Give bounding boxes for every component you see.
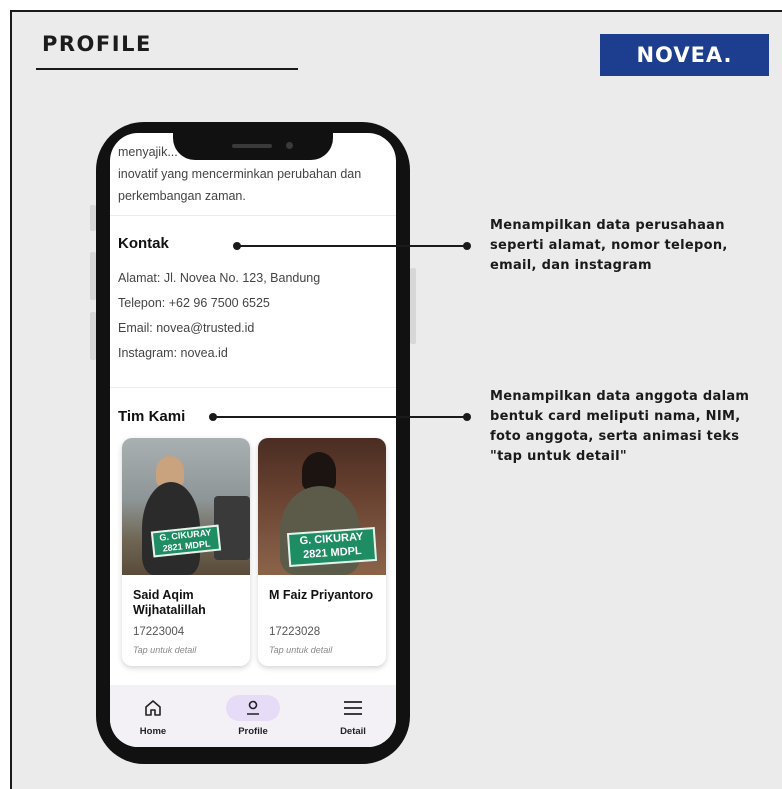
tap-for-detail: Tap untuk detail [269,645,333,655]
contact-instagram: Instagram: novea.id [118,346,228,360]
member-nim: 17223004 [133,626,185,638]
about-line: perkembangan zaman. [118,189,246,203]
mountain-sign: G. CIKURAY 2821 MDPL [150,524,222,558]
title-underline [36,68,298,70]
callout-team: Menampilkan data anggota dalam bentuk ca… [490,389,750,464]
member-card[interactable]: G. CIKURAY 2821 MDPL M Faiz Priyantoro 1… [258,438,386,666]
member-nim: 17223028 [269,626,321,638]
contact-email: Email: novea@trusted.id [118,321,255,335]
page-title: PROFILE [42,32,152,56]
about-line: inovatif yang mencerminkan perubahan dan [118,167,362,181]
novea-logo: NOVEA. [600,34,769,76]
phone-screen[interactable]: menyajik... ..., dan inovatif yang mence… [110,133,396,747]
team-section-title: Tim Kami [118,408,186,425]
contact-address: Alamat: Jl. Novea No. 123, Bandung [118,271,321,285]
phone-speaker [232,144,272,148]
bottom-navigation: Home Profile Detail [110,685,396,747]
tap-for-detail: Tap untuk detail [133,645,197,655]
member-photo: G. CIKURAY 2821 MDPL [258,438,386,575]
callout-dot [463,413,471,421]
contact-phone: Telepon: +62 96 7500 6525 [118,296,270,310]
member-card[interactable]: G. CIKURAY 2821 MDPL Said Aqim Wijhatali… [122,438,250,666]
logo-text: NOVEA. [636,43,733,67]
callout-contact: Menampilkan data perusahaan seperti alam… [490,218,728,273]
mountain-sign: G. CIKURAY 2821 MDPL [286,526,378,568]
callout-line [213,416,467,418]
home-icon [144,699,162,722]
member-name: M Faiz Priyantoro [269,588,374,602]
phone-camera [286,142,293,149]
nav-label: Profile [238,726,268,737]
phone-notch [173,122,333,160]
member-name: Said Aqim Wijhatalillah [133,588,206,617]
member-figure [302,452,336,490]
nav-label: Detail [340,726,366,737]
nav-item-profile[interactable]: Profile [218,685,288,747]
nav-item-home[interactable]: Home [118,685,188,747]
nav-label: Home [139,726,167,737]
nav-item-detail[interactable]: Detail [318,685,388,747]
callout-line [237,245,467,247]
contact-section-title: Kontak [118,235,169,252]
section-divider [110,387,396,388]
phone-power-button [410,268,416,344]
menu-icon [342,699,364,722]
section-divider [110,215,396,216]
callout-dot [463,242,471,250]
member-photo: G. CIKURAY 2821 MDPL [122,438,250,575]
person-icon [244,699,262,722]
